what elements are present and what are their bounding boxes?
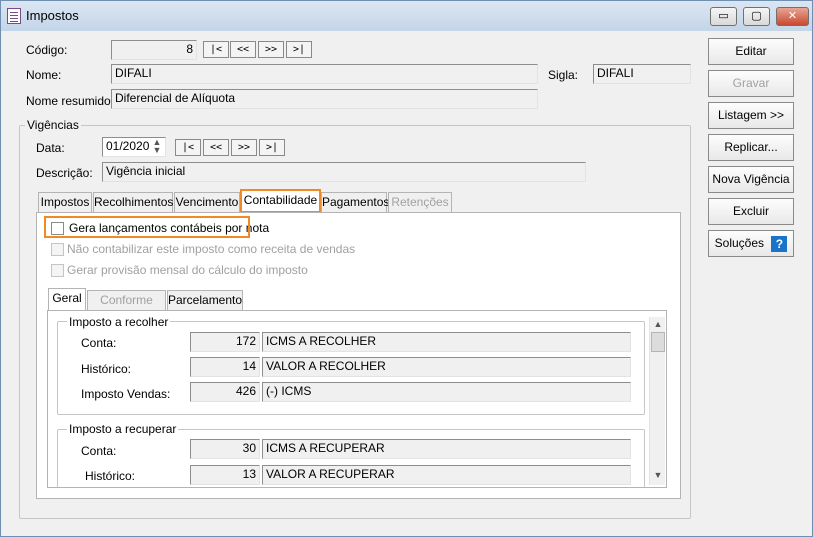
tab-highlight — [240, 189, 321, 213]
recolher-vendas-code[interactable]: 426 — [190, 382, 260, 402]
recuperar-conta-desc: ICMS A RECUPERAR — [262, 439, 631, 459]
scroll-up-icon[interactable]: ▲ — [651, 319, 665, 329]
recuperar-historico-desc: VALOR A RECUPERAR — [262, 465, 631, 485]
recuperar-historico-label: Histórico: — [85, 469, 136, 483]
data-spinner[interactable]: ▲ ▼ — [150, 137, 164, 155]
scroll-down-icon[interactable]: ▼ — [651, 470, 665, 480]
vig-nav-first-button[interactable]: |< — [175, 139, 201, 156]
vertical-scrollbar[interactable]: ▲ ▼ — [649, 317, 665, 485]
nome-resumido-label: Nome resumido: — [26, 94, 115, 108]
recolher-conta-label: Conta: — [81, 336, 117, 350]
recolher-historico-label: Histórico: — [81, 362, 132, 376]
recuperar-conta-label: Conta: — [81, 444, 117, 458]
recolher-title: Imposto a recolher — [67, 315, 171, 329]
recuperar-conta-code[interactable]: 30 — [190, 439, 260, 459]
document-icon — [7, 8, 21, 24]
subtab-geral[interactable]: Geral — [48, 288, 86, 311]
maximize-button[interactable]: ▢ — [743, 7, 770, 26]
vig-nav-next-button[interactable]: >> — [231, 139, 257, 156]
impostos-window: Impostos ▭ ▢ ✕ Código: 8 |< << >> >| Nom… — [0, 0, 813, 537]
solucoes-label: Soluções — [714, 236, 765, 250]
codigo-label: Código: — [26, 43, 68, 57]
recuperar-title: Imposto a recuperar — [67, 422, 179, 436]
recolher-conta-code[interactable]: 172 — [190, 332, 260, 352]
editar-button[interactable]: Editar — [708, 38, 794, 65]
gerar-provisao-label: Gerar provisão mensal do cálculo do impo… — [67, 263, 308, 277]
recolher-vendas-label: Imposto Vendas: — [81, 387, 171, 401]
nav-prev-button[interactable]: << — [230, 41, 256, 58]
vigencias-title: Vigências — [25, 118, 81, 132]
excluir-vigencia-button[interactable]: Excluir Vigência — [708, 198, 794, 243]
subtab-parcelamento[interactable]: Parcelamento — [167, 290, 243, 311]
tab-impostos[interactable]: Impostos — [38, 192, 92, 213]
solucoes-button[interactable]: Soluções ? — [708, 230, 794, 257]
nao-contabilizar-checkbox[interactable] — [51, 243, 64, 256]
descricao-field[interactable]: Vigência inicial — [102, 162, 586, 182]
nome-label: Nome: — [26, 68, 62, 82]
sigla-label: Sigla: — [548, 68, 579, 82]
nav-next-button[interactable]: >> — [258, 41, 284, 58]
gravar-button[interactable]: Gravar — [708, 70, 794, 97]
codigo-field[interactable]: 8 — [111, 40, 197, 60]
recuperar-historico-code[interactable]: 13 — [190, 465, 260, 485]
tab-recolhimentos[interactable]: Recolhimentos — [93, 192, 173, 213]
vig-nav-last-button[interactable]: >| — [259, 139, 285, 156]
close-button[interactable]: ✕ — [776, 7, 809, 26]
data-label: Data: — [36, 141, 65, 155]
title-bar[interactable]: Impostos ▭ ▢ ✕ — [1, 1, 812, 31]
tab-retencoes[interactable]: Retenções — [388, 192, 452, 213]
replicar-button[interactable]: Replicar... — [708, 134, 794, 161]
gerar-provisao-checkbox[interactable] — [51, 264, 64, 277]
nome-resumido-field[interactable]: Diferencial de Alíquota — [111, 89, 538, 109]
listagem-button[interactable]: Listagem >> — [708, 102, 794, 129]
recolher-conta-desc: ICMS A RECOLHER — [262, 332, 631, 352]
recolher-historico-code[interactable]: 14 — [190, 357, 260, 377]
nova-vigencia-button[interactable]: Nova Vigência — [708, 166, 794, 193]
tab-vencimento[interactable]: Vencimento — [174, 192, 240, 213]
geral-panel: Imposto a recolher Conta: 172 ICMS A REC… — [47, 310, 667, 488]
scroll-thumb[interactable] — [651, 332, 665, 352]
spin-down-icon[interactable]: ▼ — [150, 145, 164, 155]
tab-pagamentos[interactable]: Pagamentos — [321, 192, 389, 213]
minimize-button[interactable]: ▭ — [710, 7, 737, 26]
descricao-label: Descrição: — [36, 166, 93, 180]
help-icon: ? — [771, 235, 788, 252]
nome-field[interactable]: DIFALI — [111, 64, 538, 84]
nao-contabilizar-label: Não contabilizar este imposto como recei… — [67, 242, 356, 256]
recolher-historico-desc: VALOR A RECOLHER — [262, 357, 631, 377]
nav-first-button[interactable]: |< — [203, 41, 229, 58]
check-highlight — [44, 216, 250, 238]
vig-nav-prev-button[interactable]: << — [203, 139, 229, 156]
recolher-vendas-desc: (-) ICMS — [262, 382, 631, 402]
sigla-field[interactable]: DIFALI — [593, 64, 691, 84]
window-title: Impostos — [26, 8, 79, 23]
nav-last-button[interactable]: >| — [286, 41, 312, 58]
subtab-conforme-efd[interactable]: Conforme EFD — [87, 290, 166, 326]
